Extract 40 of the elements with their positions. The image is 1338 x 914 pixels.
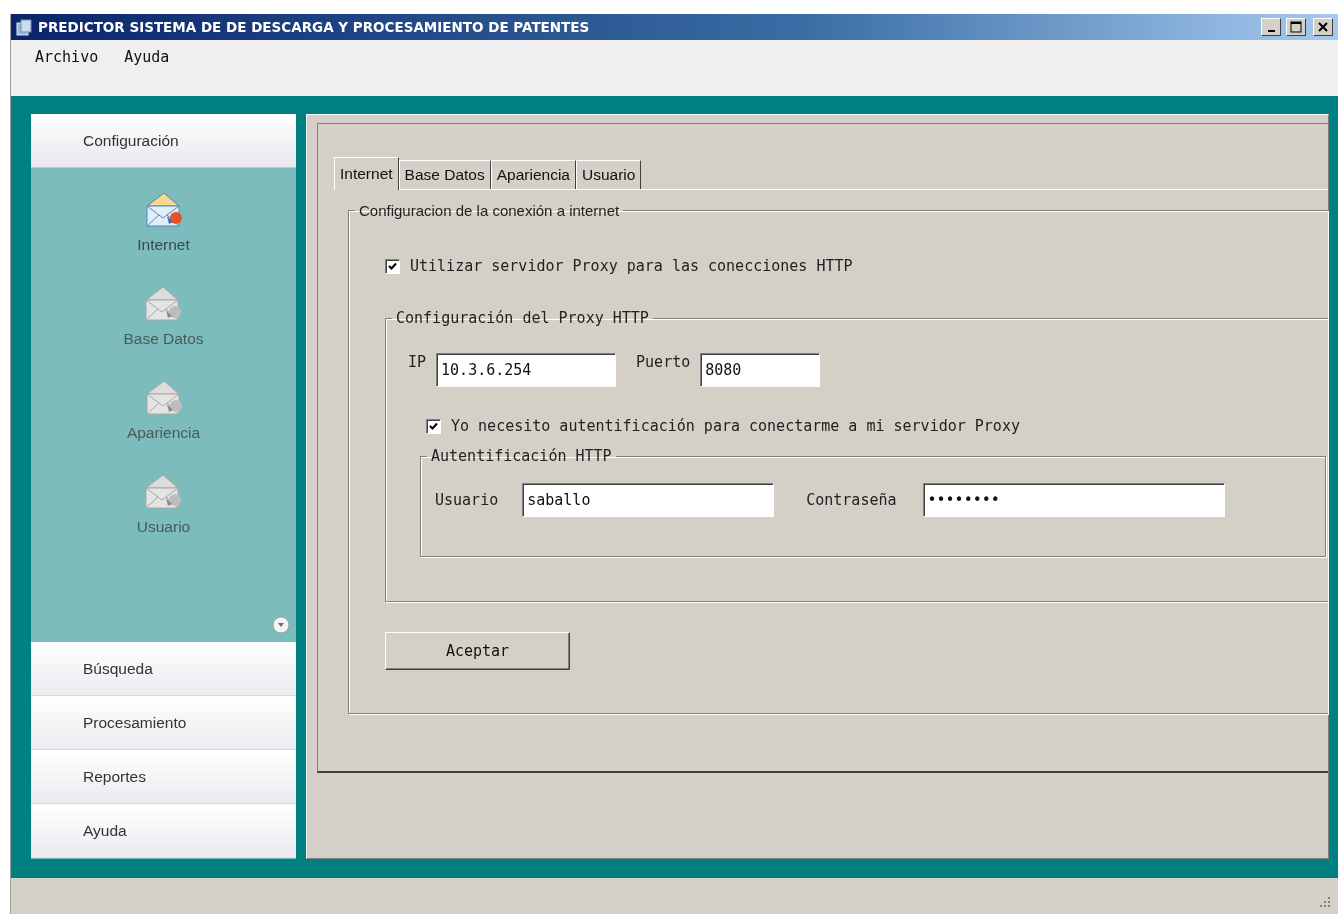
check-icon bbox=[429, 421, 438, 431]
field-label: IP bbox=[408, 353, 427, 371]
accept-button[interactable]: Aceptar bbox=[385, 632, 570, 670]
sidebar-section[interactable]: Búsqueda bbox=[31, 642, 296, 696]
maximize-icon bbox=[1290, 21, 1302, 33]
sidebar-section[interactable]: Configuración bbox=[31, 114, 296, 168]
maximize-button[interactable] bbox=[1286, 18, 1306, 36]
checkbox[interactable] bbox=[426, 418, 441, 434]
sidebar-section[interactable]: Ayuda bbox=[31, 804, 296, 858]
group-title: Configuracion de la conexión a internet bbox=[358, 202, 621, 219]
password-field[interactable]: •••••••• bbox=[922, 483, 1225, 517]
sidebar-section[interactable]: Procesamiento bbox=[31, 696, 296, 750]
tab[interactable]: Internet bbox=[334, 157, 399, 190]
menu-item[interactable]: Ayuda bbox=[124, 46, 170, 68]
tab[interactable]: Base Datos bbox=[398, 160, 491, 189]
scroll-down-icon[interactable] bbox=[272, 616, 290, 634]
field-label: Contraseña bbox=[806, 491, 897, 509]
close-button[interactable] bbox=[1313, 18, 1333, 36]
ip-field[interactable]: 10.3.6.254 bbox=[436, 353, 617, 387]
checkbox[interactable] bbox=[385, 258, 400, 274]
close-icon bbox=[1318, 22, 1328, 32]
username-field[interactable]: saballo bbox=[522, 483, 775, 517]
app-icon bbox=[15, 18, 33, 36]
field-label: Puerto bbox=[636, 353, 691, 371]
window-title: PREDICTOR SISTEMA DE DE DESCARGA Y PROCESAMIENTO DE PATENTES bbox=[38, 19, 591, 35]
sidebar-item[interactable]: Internet bbox=[137, 236, 190, 254]
menu-item[interactable]: Archivo bbox=[35, 46, 99, 68]
minimize-icon bbox=[1267, 30, 1275, 32]
resize-grip-icon[interactable] bbox=[1319, 896, 1331, 908]
checkbox-label[interactable]: Utilizar servidor Proxy para las conecciones HTTP bbox=[410, 257, 853, 275]
tab[interactable]: Usuario bbox=[575, 160, 642, 189]
checkbox-label[interactable]: Yo necesito autentificación para conectarme a mi servidor Proxy bbox=[451, 417, 1020, 435]
tab[interactable]: Apariencia bbox=[490, 160, 576, 189]
sidebar-section[interactable]: Reportes bbox=[31, 750, 296, 804]
check-icon bbox=[388, 261, 397, 271]
minimize-button[interactable] bbox=[1261, 18, 1281, 36]
port-field[interactable]: 8080 bbox=[700, 353, 821, 387]
group-title: Autentificación HTTP bbox=[430, 447, 613, 465]
field-label: Usuario bbox=[435, 491, 499, 509]
group-title: Configuración del Proxy HTTP bbox=[395, 309, 650, 327]
